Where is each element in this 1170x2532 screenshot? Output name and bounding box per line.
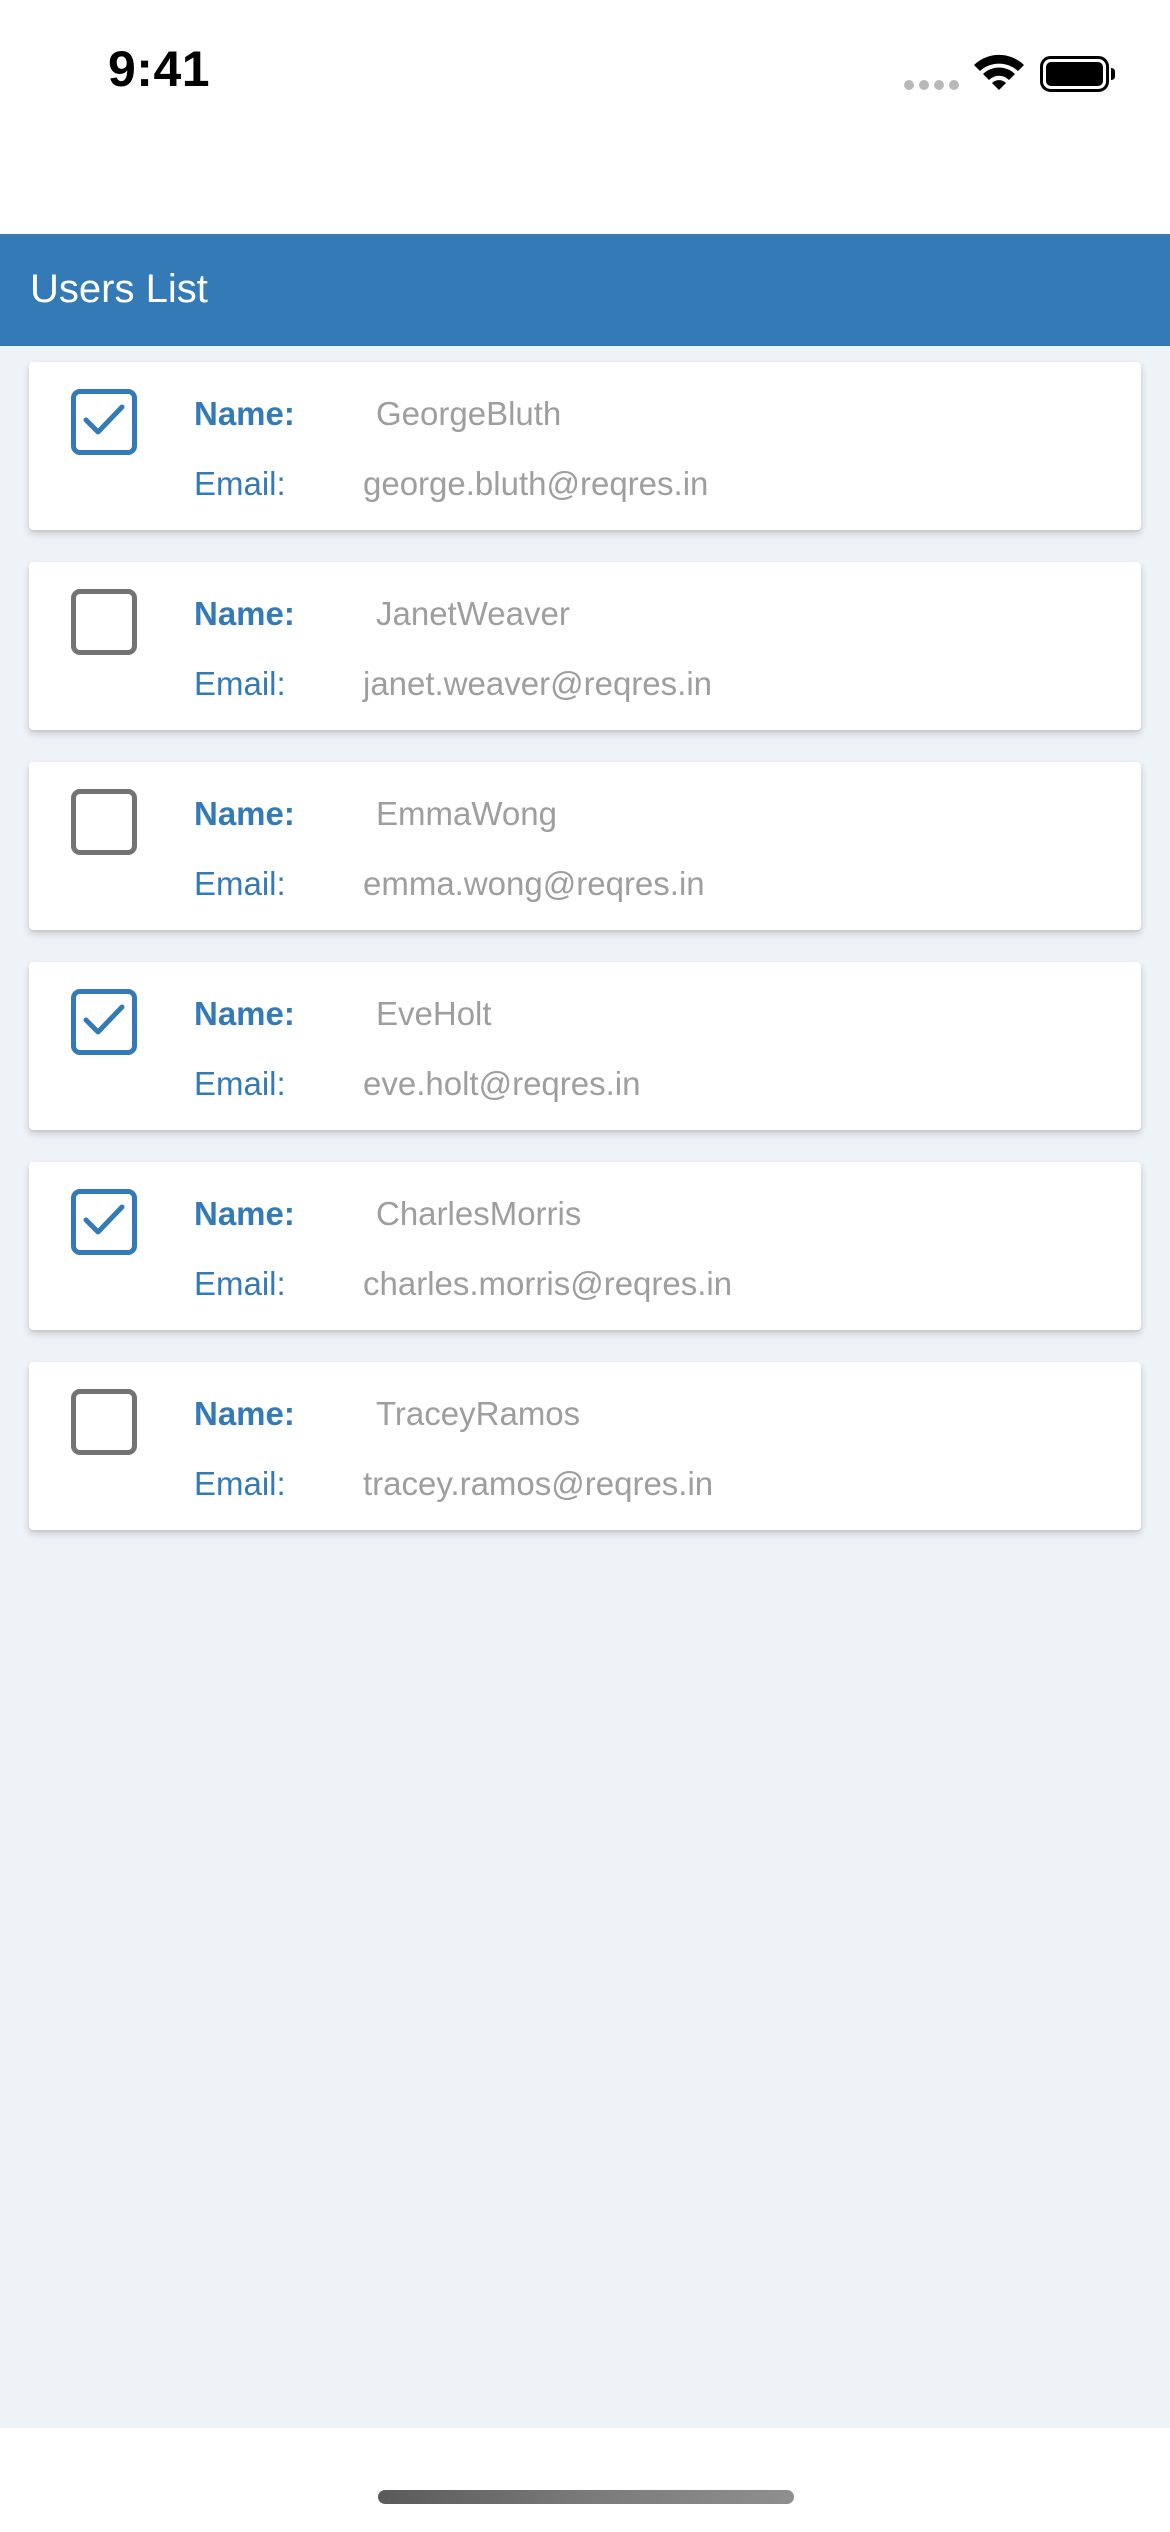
user-email: eve.holt@reqres.in [363, 1065, 641, 1102]
email-label: Email: [194, 665, 286, 702]
email-row: Email: emma.wong@reqres.in [194, 859, 705, 909]
name-label: Name: [194, 1195, 295, 1232]
user-card: Name: GeorgeBluth Email: george.bluth@re… [29, 362, 1141, 530]
email-row: Email: eve.holt@reqres.in [194, 1059, 640, 1109]
user-select-checkbox[interactable] [71, 789, 137, 855]
name-label: Name: [194, 395, 295, 432]
name-row: Name: GeorgeBluth [194, 389, 561, 439]
user-email: janet.weaver@reqres.in [363, 665, 712, 702]
user-card: Name: TraceyRamos Email: tracey.ramos@re… [29, 1362, 1141, 1530]
user-name: CharlesMorris [376, 1195, 582, 1232]
user-name: TraceyRamos [376, 1395, 581, 1432]
name-label: Name: [194, 1395, 295, 1432]
wifi-icon [974, 54, 1024, 90]
user-list: Name: GeorgeBluth Email: george.bluth@re… [29, 362, 1141, 1562]
email-label: Email: [194, 1465, 286, 1502]
user-name: JanetWeaver [376, 595, 570, 632]
email-row: Email: tracey.ramos@reqres.in [194, 1459, 713, 1509]
user-name: EmmaWong [376, 795, 557, 832]
battery-icon [1040, 56, 1115, 92]
user-select-checkbox-checked[interactable] [71, 1189, 137, 1255]
status-bar: 9:41 [0, 0, 1170, 150]
name-row: Name: CharlesMorris [194, 1189, 581, 1239]
status-time: 9:41 [108, 41, 211, 97]
email-row: Email: george.bluth@reqres.in [194, 459, 708, 509]
home-area [0, 2428, 1170, 2532]
app-header: Users List [0, 234, 1170, 346]
cellular-signal-icon [904, 80, 960, 90]
name-row: Name: EmmaWong [194, 789, 557, 839]
page-title: Users List [30, 267, 208, 311]
user-email: charles.morris@reqres.in [363, 1265, 733, 1302]
content-area: Name: GeorgeBluth Email: george.bluth@re… [0, 346, 1170, 2428]
email-label: Email: [194, 465, 286, 502]
user-select-checkbox[interactable] [71, 589, 137, 655]
user-name: EveHolt [376, 995, 492, 1032]
name-row: Name: EveHolt [194, 989, 492, 1039]
user-card: Name: CharlesMorris Email: charles.morri… [29, 1162, 1141, 1330]
name-label: Name: [194, 595, 295, 632]
user-select-checkbox-checked[interactable] [71, 389, 137, 455]
user-card: Name: EmmaWong Email: emma.wong@reqres.i… [29, 762, 1141, 930]
user-select-checkbox[interactable] [71, 1389, 137, 1455]
checkmark-icon [83, 1204, 125, 1235]
name-row: Name: TraceyRamos [194, 1389, 580, 1439]
user-card: Name: EveHolt Email: eve.holt@reqres.in [29, 962, 1141, 1130]
checkmark-icon [83, 404, 125, 435]
user-card: Name: JanetWeaver Email: janet.weaver@re… [29, 562, 1141, 730]
email-row: Email: charles.morris@reqres.in [194, 1259, 732, 1309]
user-email: tracey.ramos@reqres.in [363, 1465, 714, 1502]
name-row: Name: JanetWeaver [194, 589, 570, 639]
user-name: GeorgeBluth [376, 395, 562, 432]
user-select-checkbox-checked[interactable] [71, 989, 137, 1055]
email-label: Email: [194, 865, 286, 902]
email-row: Email: janet.weaver@reqres.in [194, 659, 712, 709]
name-label: Name: [194, 795, 295, 832]
email-label: Email: [194, 1265, 286, 1302]
user-email: emma.wong@reqres.in [363, 865, 705, 902]
home-indicator[interactable] [378, 2490, 794, 2504]
user-email: george.bluth@reqres.in [363, 465, 709, 502]
name-label: Name: [194, 995, 295, 1032]
email-label: Email: [194, 1065, 286, 1102]
checkmark-icon [83, 1004, 125, 1035]
